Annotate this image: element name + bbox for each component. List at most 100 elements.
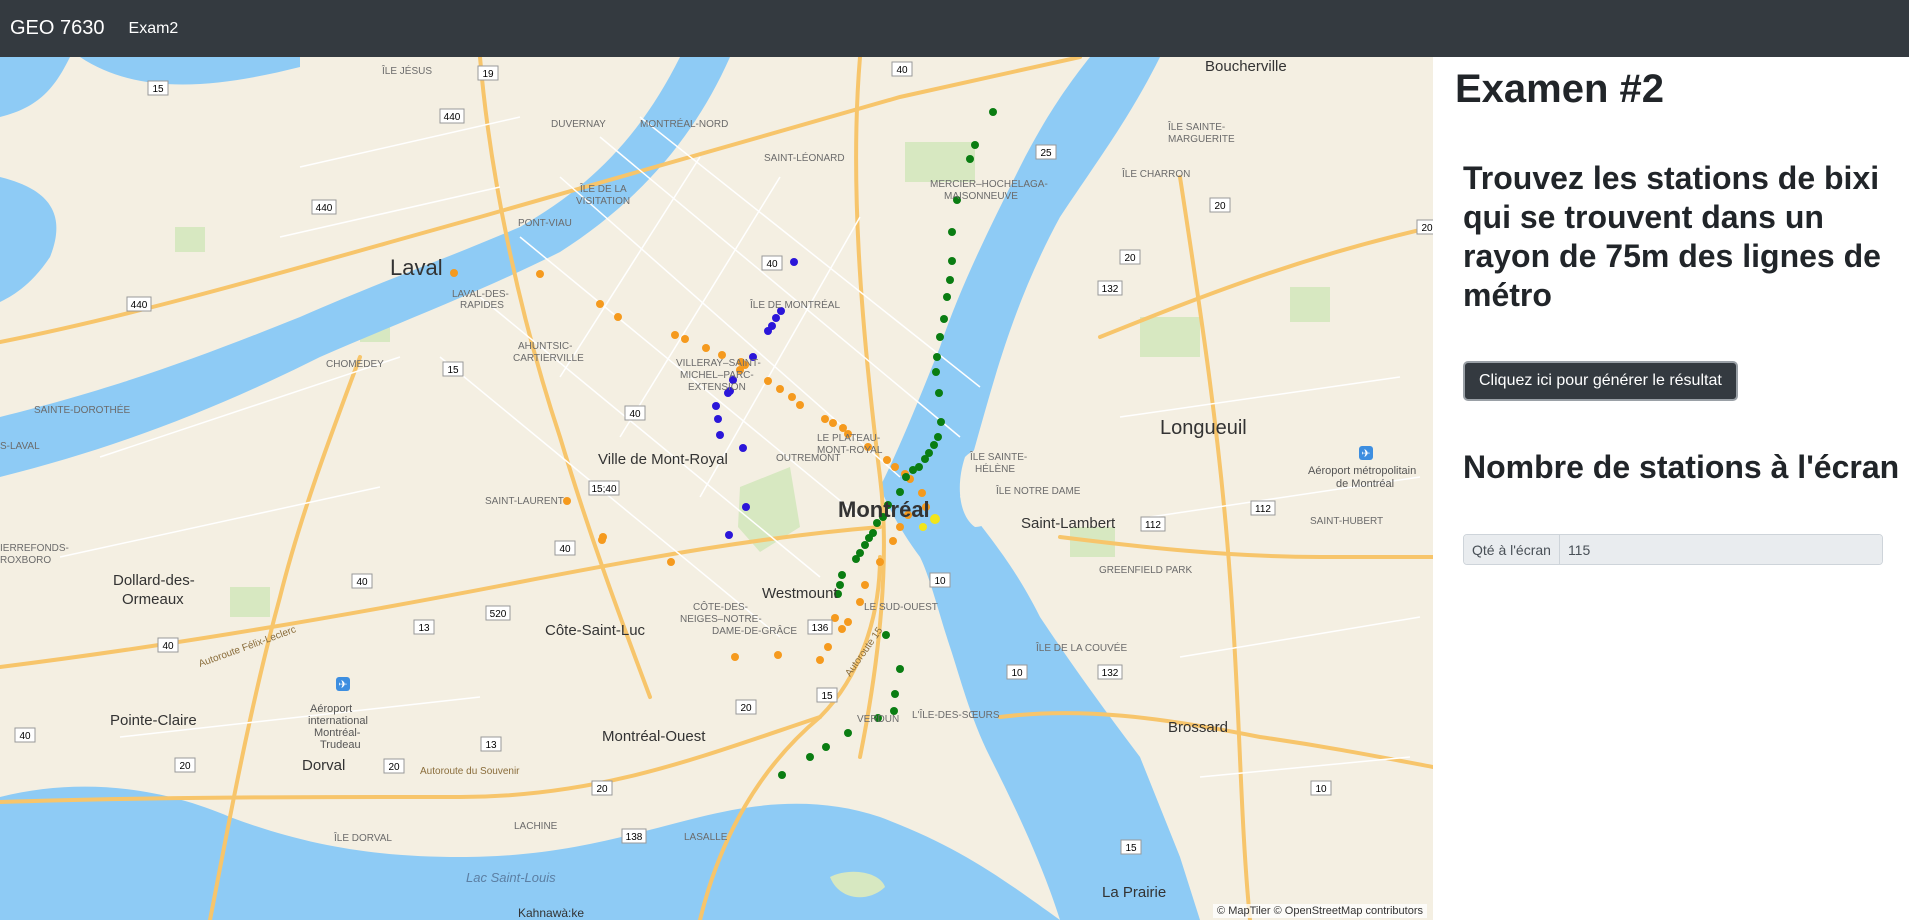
svg-text:15: 15 xyxy=(821,691,833,702)
svg-text:520: 520 xyxy=(490,609,507,620)
svg-text:136: 136 xyxy=(812,623,829,634)
svg-text:SAINT-LAURENT: SAINT-LAURENT xyxy=(485,496,564,507)
svg-text:25: 25 xyxy=(1040,148,1052,159)
svg-text:Lac Saint-Louis: Lac Saint-Louis xyxy=(466,870,556,885)
svg-text:S-LAVAL: S-LAVAL xyxy=(0,441,40,452)
svg-text:SAINT-LÉONARD: SAINT-LÉONARD xyxy=(764,151,845,164)
svg-text:132: 132 xyxy=(1102,284,1119,295)
svg-text:40: 40 xyxy=(559,544,571,555)
map[interactable]: Laval Montréal Longueuil Ville de Mont-R… xyxy=(0,57,1433,920)
svg-text:MERCIER–HOCHELAGA-: MERCIER–HOCHELAGA- xyxy=(930,179,1048,190)
map-land xyxy=(0,57,1433,920)
svg-text:HÉLÈNE: HÉLÈNE xyxy=(975,462,1015,475)
city-label-laval: Laval xyxy=(390,255,443,280)
svg-text:VERDUN: VERDUN xyxy=(857,714,899,725)
svg-text:ÎLE DE MONTRÉAL: ÎLE DE MONTRÉAL xyxy=(749,298,840,311)
svg-text:20: 20 xyxy=(179,761,191,772)
svg-text:440: 440 xyxy=(444,112,461,123)
city-label-longueuil: Longueuil xyxy=(1160,417,1247,439)
svg-text:15: 15 xyxy=(152,84,164,95)
svg-text:15;40: 15;40 xyxy=(591,484,616,495)
svg-text:EXTENSION: EXTENSION xyxy=(688,382,746,393)
city-label-mont-royal: Ville de Mont-Royal xyxy=(598,451,728,468)
svg-text:MICHEL–PARC-: MICHEL–PARC- xyxy=(680,370,754,381)
svg-text:440: 440 xyxy=(316,203,333,214)
svg-text:LACHINE: LACHINE xyxy=(514,821,558,832)
svg-text:40: 40 xyxy=(19,731,31,742)
svg-text:LE SUD-OUEST: LE SUD-OUEST xyxy=(864,602,938,613)
svg-text:20: 20 xyxy=(740,703,752,714)
city-label-brossard: Brossard xyxy=(1168,719,1228,736)
svg-text:PONT-VIAU: PONT-VIAU xyxy=(518,218,572,229)
navbar: GEO 7630 Exam2 xyxy=(0,0,1909,57)
svg-text:40: 40 xyxy=(629,409,641,420)
svg-text:✈: ✈ xyxy=(338,678,347,691)
svg-text:LE PLATEAU-: LE PLATEAU- xyxy=(817,433,880,444)
svg-text:132: 132 xyxy=(1102,668,1119,679)
svg-text:ÎLE JÉSUS: ÎLE JÉSUS xyxy=(381,64,432,77)
station-count-label: Qté à l'écran xyxy=(1464,535,1560,564)
svg-text:✈: ✈ xyxy=(1361,447,1370,460)
svg-text:ÎLE DE LA: ÎLE DE LA xyxy=(579,182,627,195)
svg-text:GREENFIELD PARK: GREENFIELD PARK xyxy=(1099,565,1192,576)
svg-text:112: 112 xyxy=(1145,520,1161,531)
svg-text:MARGUERITE: MARGUERITE xyxy=(1168,134,1235,145)
svg-text:20: 20 xyxy=(1421,223,1433,234)
svg-text:19: 19 xyxy=(482,69,494,80)
city-label-boucherville: Boucherville xyxy=(1205,58,1287,75)
svg-text:440: 440 xyxy=(131,300,148,311)
svg-text:Kahnawà:ke: Kahnawà:ke xyxy=(518,906,584,920)
city-label-dorval: Dorval xyxy=(302,757,345,774)
svg-text:20: 20 xyxy=(388,762,400,773)
svg-text:15: 15 xyxy=(447,365,459,376)
svg-text:MONTRÉAL-NORD: MONTRÉAL-NORD xyxy=(640,117,728,130)
page-title: Examen #2 xyxy=(1455,67,1665,111)
svg-text:Trudeau: Trudeau xyxy=(320,739,361,751)
svg-text:IERREFONDS-: IERREFONDS- xyxy=(0,543,69,554)
svg-text:VILLERAY–SAINT-: VILLERAY–SAINT- xyxy=(676,358,761,369)
svg-text:ROXBORO: ROXBORO xyxy=(0,555,51,566)
svg-text:LASALLE: LASALLE xyxy=(684,832,728,843)
city-label-westmount: Westmount xyxy=(762,585,838,602)
station-count-group: Qté à l'écran 115 xyxy=(1463,534,1883,565)
svg-text:10: 10 xyxy=(934,576,946,587)
city-label-montreal-ouest: Montréal-Ouest xyxy=(602,728,706,745)
svg-text:Ormeaux: Ormeaux xyxy=(122,591,184,608)
svg-text:40: 40 xyxy=(356,577,368,588)
svg-text:ÎLE NOTRE DAME: ÎLE NOTRE DAME xyxy=(995,484,1081,497)
svg-text:CARTIERVILLE: CARTIERVILLE xyxy=(513,353,584,364)
svg-text:ÎLE CHARRON: ÎLE CHARRON xyxy=(1121,167,1190,180)
svg-text:AHUNTSIC-: AHUNTSIC- xyxy=(518,341,572,352)
svg-text:NEIGES–NOTRE-: NEIGES–NOTRE- xyxy=(680,614,762,625)
svg-text:VISITATION: VISITATION xyxy=(576,196,630,207)
svg-text:20: 20 xyxy=(1124,253,1136,264)
generate-result-button[interactable]: Cliquez ici pour générer le résultat xyxy=(1463,361,1738,401)
svg-text:CHOMEDEY: CHOMEDEY xyxy=(326,359,384,370)
svg-text:LAVAL-DES-: LAVAL-DES- xyxy=(452,289,509,300)
map-canvas[interactable]: Laval Montréal Longueuil Ville de Mont-R… xyxy=(0,57,1433,920)
brand[interactable]: GEO 7630 xyxy=(10,17,105,40)
side-panel: Examen #2 Trouvez les stations de bixi q… xyxy=(1433,57,1909,920)
svg-text:13: 13 xyxy=(485,740,497,751)
svg-text:20: 20 xyxy=(1214,201,1226,212)
city-label-cote-saint-luc: Côte-Saint-Luc xyxy=(545,622,646,639)
svg-text:MAISONNEUVE: MAISONNEUVE xyxy=(944,191,1018,202)
station-count-field[interactable]: 115 xyxy=(1559,535,1882,564)
svg-text:SAINT-HUBERT: SAINT-HUBERT xyxy=(1310,516,1383,527)
nav-link-exam2[interactable]: Exam2 xyxy=(129,20,179,38)
city-label-la-prairie: La Prairie xyxy=(1102,884,1166,901)
city-label-dollard: Dollard-des- xyxy=(113,572,195,589)
city-label-montreal: Montréal xyxy=(838,497,930,522)
svg-text:Montréal-: Montréal- xyxy=(314,727,361,739)
svg-text:L'ÎLE-DES-SŒURS: L'ÎLE-DES-SŒURS xyxy=(912,708,1000,721)
svg-text:DAME-DE-GRÂCE: DAME-DE-GRÂCE xyxy=(712,624,797,637)
svg-text:10: 10 xyxy=(1315,784,1327,795)
svg-text:ÎLE DORVAL: ÎLE DORVAL xyxy=(333,831,392,844)
svg-text:ÎLE SAINTE-: ÎLE SAINTE- xyxy=(969,450,1027,463)
map-attribution[interactable]: © MapTiler © OpenStreetMap contributors xyxy=(1213,904,1427,918)
svg-text:DUVERNAY: DUVERNAY xyxy=(551,119,606,130)
svg-text:OUTREMONT: OUTREMONT xyxy=(776,453,840,464)
svg-text:ÎLE SAINTE-: ÎLE SAINTE- xyxy=(1167,120,1225,133)
city-label-pointe-claire: Pointe-Claire xyxy=(110,712,197,729)
svg-text:13: 13 xyxy=(418,623,430,634)
